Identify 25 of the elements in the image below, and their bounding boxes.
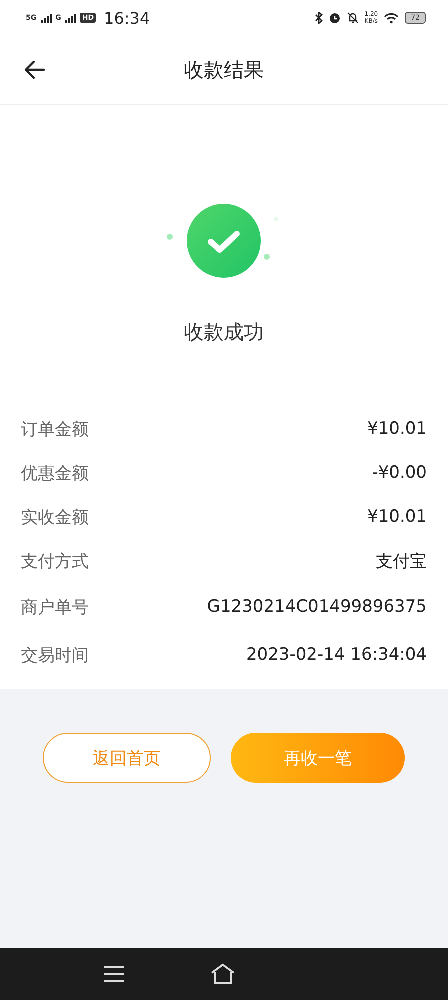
signal-icon (40, 14, 52, 22)
detail-label: 订单金额 (21, 418, 89, 440)
clock-time: 16:34 (104, 8, 150, 28)
bluetooth-icon (314, 12, 323, 24)
detail-value: ¥10.01 (368, 419, 427, 439)
collect-again-button[interactable]: 再收一笔 (231, 733, 405, 783)
detail-value: ¥10.01 (368, 507, 427, 527)
detail-value: -¥0.00 (372, 463, 427, 483)
muted-bell-icon (346, 12, 359, 24)
detail-label: 实收金额 (21, 506, 89, 528)
success-message: 收款成功 (184, 319, 264, 346)
detail-label: 支付方式 (21, 550, 89, 572)
detail-label: 商户单号 (21, 596, 89, 618)
detail-label: 交易时间 (21, 644, 89, 666)
wifi-icon (384, 12, 400, 24)
home-button[interactable]: 返回首页 (43, 733, 211, 783)
detail-value: 2023-02-14 16:34:04 (246, 645, 427, 665)
alarm-icon (328, 12, 341, 24)
detail-label: 优惠金额 (21, 462, 89, 484)
signal-icon (65, 14, 76, 22)
page-title: 收款结果 (183, 56, 265, 84)
detail-value: G1230214C01499896375 (207, 597, 427, 617)
detail-value: 支付宝 (376, 550, 427, 572)
home-button[interactable] (211, 963, 235, 985)
menu-button[interactable] (103, 965, 125, 983)
